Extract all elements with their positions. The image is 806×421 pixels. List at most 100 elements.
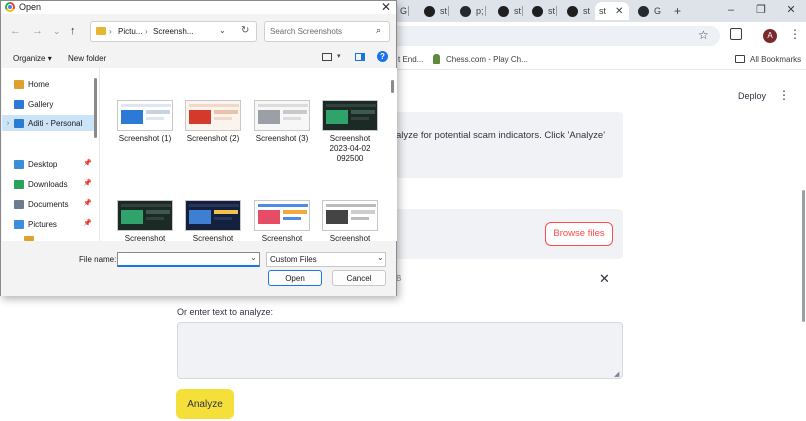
- browse-files-button[interactable]: Browse files: [545, 222, 613, 246]
- tab-item[interactable]: st: [494, 2, 524, 20]
- refresh-icon[interactable]: ↻: [241, 25, 249, 36]
- file-thumbnail: [185, 200, 241, 231]
- recent-chevron-icon[interactable]: ⌄: [53, 26, 61, 37]
- nav-item[interactable]: Gallery: [2, 96, 94, 112]
- tab-item[interactable]: G: [634, 2, 661, 20]
- file-item[interactable]: Screenshot: [112, 200, 178, 244]
- file-item[interactable]: Screenshot (3): [249, 100, 315, 144]
- chrome-icon: [5, 2, 15, 12]
- file-thumbnail: [322, 100, 378, 131]
- dialog-close-icon[interactable]: ✕: [381, 0, 391, 14]
- resize-handle-icon[interactable]: ◢: [614, 370, 619, 378]
- search-placeholder: Search Screenshots: [270, 27, 343, 36]
- preview-pane-icon[interactable]: [355, 53, 365, 61]
- nav-item[interactable]: Desktop 📌: [2, 156, 94, 172]
- file-type-select[interactable]: Custom Files: [266, 252, 386, 267]
- nav-item-label: Downloads: [28, 179, 68, 189]
- nav-item-label: Pictures: [28, 219, 57, 229]
- file-label: Screenshot (1): [118, 134, 172, 143]
- dialog-search-input[interactable]: Search Screenshots ⌕: [264, 21, 390, 42]
- bookmark-item[interactable]: t End...: [398, 55, 423, 64]
- close-window-button[interactable]: ✕: [776, 0, 806, 22]
- nav-item[interactable]: Home: [2, 76, 94, 92]
- dialog-address-bar[interactable]: › Pictu... › Screensh... ⌄ ↻: [90, 21, 257, 42]
- minimize-button[interactable]: –: [716, 0, 746, 22]
- streamlit-icon: [498, 5, 509, 17]
- dialog-content-pane: Home Gallery › Aditi - Personal Desktop 📌 Down…: [2, 68, 397, 244]
- file-thumbnail: [254, 100, 310, 131]
- extensions-icon[interactable]: [730, 28, 742, 40]
- new-folder-button[interactable]: New folder: [68, 54, 106, 63]
- nav-item[interactable]: Documents 📌: [2, 196, 94, 212]
- chevron-right-icon[interactable]: ›: [2, 120, 14, 127]
- file-name-input[interactable]: [117, 252, 260, 267]
- breadcrumb-screenshots[interactable]: Screensh...: [153, 27, 193, 36]
- all-bookmarks[interactable]: All Bookmarks: [750, 55, 801, 64]
- avatar[interactable]: A: [763, 29, 777, 43]
- deploy-button[interactable]: Deploy: [738, 91, 766, 101]
- nav-item[interactable]: Pictures 📌: [2, 216, 94, 232]
- file-item[interactable]: Screenshot: [180, 200, 246, 244]
- browser-menu-icon[interactable]: ⋮: [789, 27, 801, 41]
- analyze-button[interactable]: Analyze: [176, 389, 234, 419]
- file-item[interactable]: Screenshot (1): [112, 100, 178, 144]
- file-label: Screenshot (2): [186, 134, 240, 143]
- new-tab-button[interactable]: +: [670, 2, 681, 20]
- dialog-command-bar: Organize ▾ New folder ▾: [1, 48, 396, 68]
- nav-item-label: Documents: [28, 199, 69, 209]
- organize-label: Organize: [13, 54, 46, 63]
- nav-scrollbar[interactable]: [94, 78, 97, 138]
- page-scrollbar[interactable]: [802, 190, 805, 322]
- file-item[interactable]: Screenshot: [249, 200, 315, 244]
- chevron-down-icon[interactable]: ▾: [337, 52, 341, 60]
- organize-button[interactable]: Organize ▾: [13, 54, 52, 63]
- address-bar[interactable]: [380, 26, 720, 46]
- nav-item[interactable]: › Aditi - Personal: [2, 115, 94, 131]
- up-arrow-icon[interactable]: ↑: [70, 25, 76, 37]
- star-icon[interactable]: ☆: [698, 28, 709, 42]
- bookmark-chess[interactable]: Chess.com - Play Ch...: [446, 55, 528, 64]
- nav-item[interactable]: Downloads 📌: [2, 176, 94, 192]
- chevron-down-icon[interactable]: ⌄: [219, 26, 226, 35]
- github-icon: [638, 5, 649, 17]
- breadcrumb-chevron-icon: ›: [145, 27, 148, 36]
- info-text-line: alyze for potential scam indicators. Cli…: [396, 130, 606, 141]
- close-tab-icon[interactable]: ✕: [615, 6, 623, 17]
- maximize-button[interactable]: ❐: [746, 0, 776, 22]
- file-item[interactable]: Screenshot (2): [180, 100, 246, 144]
- breadcrumb-pictures[interactable]: Pictu...: [118, 27, 142, 36]
- chevron-down-icon[interactable]: ⌄: [250, 253, 257, 262]
- files-scrollbar[interactable]: [391, 80, 394, 93]
- text-to-analyze-input[interactable]: [177, 322, 623, 379]
- cancel-button[interactable]: Cancel: [332, 270, 386, 286]
- main-menu-icon[interactable]: ⋮: [778, 88, 790, 102]
- file-item[interactable]: Screenshot 2023-04-02 092500: [317, 100, 383, 164]
- clear-file-icon[interactable]: ✕: [599, 271, 610, 287]
- tab-item-active[interactable]: st ✕: [595, 2, 629, 20]
- tab-item[interactable]: G: [396, 2, 410, 20]
- dialog-title: Open: [19, 2, 42, 12]
- tab-item[interactable]: p;: [456, 2, 486, 20]
- tab-item[interactable]: st: [563, 2, 590, 20]
- forward-arrow-icon[interactable]: →: [32, 25, 43, 37]
- file-item[interactable]: Screenshot: [317, 200, 383, 244]
- file-list: Screenshot (1) Screenshot (2) Screenshot (…: [100, 68, 397, 244]
- view-options-icon[interactable]: [322, 53, 332, 61]
- breadcrumb-chevron-icon: ›: [109, 27, 112, 36]
- folder-icon: [96, 27, 106, 35]
- streamlit-icon: [567, 5, 578, 17]
- back-arrow-icon[interactable]: ←: [10, 25, 21, 37]
- tab-item[interactable]: st: [528, 2, 558, 20]
- window-controls: – ❐ ✕: [716, 0, 806, 22]
- file-label: Screenshot 2023-04-02 092500: [329, 134, 371, 163]
- search-icon: ⌕: [376, 25, 382, 35]
- tab-label: G: [654, 6, 662, 16]
- download-icon: [14, 179, 24, 189]
- help-icon[interactable]: ?: [377, 51, 388, 62]
- onedrive-icon: [14, 118, 24, 128]
- tab-item[interactable]: st: [420, 2, 450, 20]
- nav-item-label: Desktop: [28, 159, 58, 169]
- open-button[interactable]: Open: [268, 270, 322, 286]
- home-icon: [14, 79, 24, 89]
- chevron-down-icon[interactable]: ⌄: [377, 253, 384, 262]
